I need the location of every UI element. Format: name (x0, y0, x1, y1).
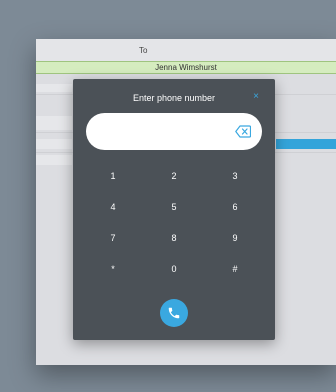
background-row (36, 116, 72, 130)
key-hash[interactable]: # (215, 257, 255, 281)
backspace-icon[interactable] (235, 125, 252, 138)
dialog-title: Enter phone number (132, 93, 216, 103)
phone-number-dialog: Enter phone number × 1 2 3 4 5 6 7 8 9 *… (73, 79, 275, 340)
key-6[interactable]: 6 (215, 195, 255, 219)
key-8[interactable]: 8 (154, 226, 194, 250)
key-4[interactable]: 4 (93, 195, 133, 219)
close-icon[interactable]: × (251, 92, 261, 102)
phone-icon (168, 307, 180, 319)
key-1[interactable]: 1 (93, 164, 133, 188)
background-row (36, 139, 72, 149)
recipient-chip[interactable]: Jenna Wimshurst (36, 61, 336, 74)
key-7[interactable]: 7 (93, 226, 133, 250)
to-label: To (139, 46, 148, 55)
to-row: To (36, 39, 336, 61)
selected-row-highlight (276, 139, 336, 149)
key-star[interactable]: * (93, 257, 133, 281)
key-2[interactable]: 2 (154, 164, 194, 188)
key-3[interactable]: 3 (215, 164, 255, 188)
key-0[interactable]: 0 (154, 257, 194, 281)
background-row (36, 155, 72, 165)
call-button[interactable] (160, 299, 188, 327)
background-row (36, 84, 72, 92)
key-9[interactable]: 9 (215, 226, 255, 250)
key-5[interactable]: 5 (154, 195, 194, 219)
